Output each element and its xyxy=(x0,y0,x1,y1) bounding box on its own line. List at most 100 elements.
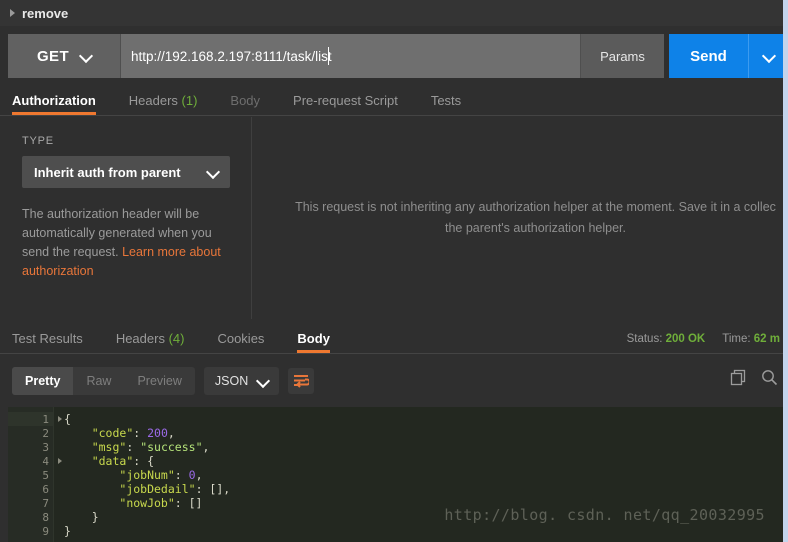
request-tab-headers[interactable]: Headers (1) xyxy=(129,93,213,115)
code-token: 200 xyxy=(147,426,168,440)
tab-label: Body xyxy=(297,331,330,346)
code-token: "msg" xyxy=(91,440,127,454)
word-wrap-glyph xyxy=(294,375,310,388)
http-method-label: GET xyxy=(36,47,70,65)
code-token: "success" xyxy=(140,440,203,454)
code-token: , xyxy=(202,440,210,454)
code-token: : { xyxy=(133,454,155,468)
tab-label: Authorization xyxy=(12,93,96,108)
code-token: "code" xyxy=(91,426,134,440)
line-number: 8 xyxy=(42,510,49,524)
chevron-down-icon xyxy=(258,376,268,386)
search-glyph xyxy=(762,370,778,386)
code-line: "data": { xyxy=(64,454,783,468)
code-token: "data" xyxy=(91,454,134,468)
code-token: } xyxy=(64,524,71,538)
tab-label: Tests xyxy=(430,93,462,108)
fold-toggle-icon[interactable] xyxy=(58,416,62,422)
chevron-down-icon xyxy=(208,167,218,177)
response-tab-body[interactable]: Body xyxy=(297,331,345,353)
auth-type-value: Inherit auth from parent xyxy=(34,164,181,180)
response-actions xyxy=(730,369,778,391)
response-format-value: JSON xyxy=(214,374,249,388)
fold-toggle-icon[interactable] xyxy=(58,458,62,464)
chevron-down-icon xyxy=(81,51,91,61)
code-token: : [], xyxy=(195,482,231,496)
params-button[interactable]: Params xyxy=(580,34,664,78)
code-token: { xyxy=(64,412,71,426)
code-line: "jobNum": 0, xyxy=(64,468,783,482)
response-tab-bar: Test Results Headers (4) Cookies Body Statu… xyxy=(0,322,788,354)
status-value: 200 OK xyxy=(665,333,706,345)
response-tab-headers[interactable]: Headers (4) xyxy=(116,331,200,353)
response-body-code: { "code": 200, "msg": "success", "data":… xyxy=(54,407,783,542)
request-tab-bar: Authorization Headers (1) Body Pre-request … xyxy=(0,84,788,116)
code-line: { xyxy=(64,412,783,426)
copy-glyph xyxy=(730,369,746,386)
view-mode-pretty[interactable]: Pretty xyxy=(12,367,74,395)
send-button[interactable]: Send xyxy=(669,34,748,78)
code-token: , xyxy=(195,468,203,482)
line-number: 4 xyxy=(8,454,62,468)
tab-label: Headers xyxy=(115,331,165,346)
code-token: : [] xyxy=(174,496,203,510)
response-tab-test-results[interactable]: Test Results xyxy=(12,331,98,353)
chevron-down-icon xyxy=(764,51,774,61)
editor-gutter: 123456789 xyxy=(8,407,62,542)
line-number: 5 xyxy=(42,468,49,482)
text-caret xyxy=(327,47,329,65)
tab-label: Test Results xyxy=(12,331,83,346)
line-number: 6 xyxy=(42,482,49,496)
word-wrap-icon[interactable] xyxy=(288,368,315,394)
auth-type-dropdown[interactable]: Inherit auth from parent xyxy=(22,156,230,188)
response-format-dropdown[interactable]: JSON xyxy=(203,367,280,395)
breadcrumb[interactable]: remove xyxy=(0,0,788,26)
response-tab-cookies[interactable]: Cookies xyxy=(217,331,279,353)
postman-window: remove GET http://192.168.2.197:8111/tas… xyxy=(0,0,788,542)
search-icon[interactable] xyxy=(761,369,778,391)
code-token: "jobDedail" xyxy=(119,482,196,496)
code-token: } xyxy=(64,510,99,524)
code-line: "msg": "success", xyxy=(64,440,783,454)
response-meta: Status: 200 OK Time: 62 m xyxy=(627,333,780,345)
code-token: : xyxy=(174,468,189,482)
request-url-bar: GET http://192.168.2.197:8111/task/list … xyxy=(8,34,788,78)
time-label: Time: xyxy=(722,333,751,345)
authorization-settings-pane: TYPE Inherit auth from parent The author… xyxy=(0,117,252,319)
request-tab-pre-request-script[interactable]: Pre-request Script xyxy=(293,93,413,115)
request-tab-body[interactable]: Body xyxy=(230,93,275,115)
response-body-toolbar: Pretty Raw Preview JSON xyxy=(0,355,788,407)
code-line: } xyxy=(64,510,783,524)
tab-label: Pre-request Script xyxy=(293,93,398,108)
window-edge-strip xyxy=(783,0,788,542)
send-options-button[interactable] xyxy=(748,34,788,78)
http-method-dropdown[interactable]: GET xyxy=(8,34,121,78)
code-token: 0 xyxy=(188,468,196,482)
response-body-editor[interactable]: 123456789 { "code": 200, "msg": "success… xyxy=(8,407,783,542)
tab-label: Cookies xyxy=(217,331,265,346)
code-line: } xyxy=(64,524,783,538)
code-line: "nowJob": [] xyxy=(64,496,783,510)
tab-label: Headers xyxy=(128,93,178,108)
line-number: 2 xyxy=(42,426,49,440)
code-token: : xyxy=(126,440,141,454)
status-indicator: Status: 200 OK xyxy=(627,333,706,345)
view-mode-preview[interactable]: Preview xyxy=(124,367,194,395)
code-line: "jobDedail": [], xyxy=(64,482,783,496)
line-number: 1 xyxy=(8,412,62,426)
request-tab-authorization[interactable]: Authorization xyxy=(12,93,111,115)
triangle-right-icon xyxy=(10,9,15,17)
tab-count: (4) xyxy=(164,331,185,346)
request-tab-tests[interactable]: Tests xyxy=(431,93,476,115)
auth-type-label: TYPE xyxy=(22,135,54,147)
url-input-value: http://192.168.2.197:8111/task/list xyxy=(131,48,332,64)
code-token: , xyxy=(167,426,175,440)
view-mode-raw[interactable]: Raw xyxy=(73,367,124,395)
copy-icon[interactable] xyxy=(730,369,747,391)
url-input[interactable]: http://192.168.2.197:8111/task/list xyxy=(121,34,580,78)
